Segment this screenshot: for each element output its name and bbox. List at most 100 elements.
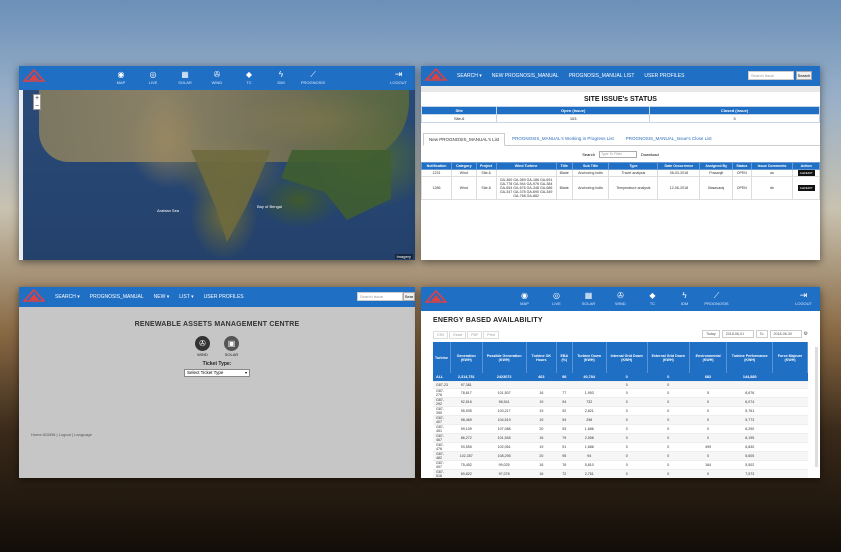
column-header[interactable]: Turbine Down (KWH): [572, 342, 607, 373]
table-cell: 19: [526, 397, 557, 408]
table-cell: 0: [647, 442, 690, 453]
nav-prognosis[interactable]: PROGNOSIS_MANUAL: [90, 294, 144, 300]
toolbar-wind-button[interactable]: ✇ WIND: [608, 291, 634, 307]
search-button[interactable]: Sear: [403, 292, 415, 301]
logout-button[interactable]: ⇥ LOGOUT: [390, 69, 407, 85]
page-title: RENEWABLE ASSETS MANAGEMENT CENTRE: [134, 321, 300, 328]
ticket-type-select[interactable]: Select Ticket Type ▾: [184, 369, 250, 377]
column-header[interactable]: Internal Grid Down (KWH): [606, 342, 648, 373]
table-row: G87-407 98,469 104,519 19 94 298 0 0 0 5,773: [433, 415, 808, 426]
edit-button[interactable]: Add/EDIT: [797, 170, 815, 176]
toolbar-tc-button[interactable]: ◆ TC: [236, 70, 262, 86]
nav-user-profiles[interactable]: USER PROFILES: [204, 294, 244, 300]
column-header[interactable]: Environmental (KWH): [689, 342, 728, 373]
toolbar-map-button[interactable]: ◉ MAP: [512, 291, 538, 307]
nav-list[interactable]: LIST ▾: [179, 294, 193, 300]
nav-new[interactable]: NEW ▾: [154, 294, 170, 300]
column-header[interactable]: Turbine Performance (KWH): [726, 342, 774, 373]
toolbar-idm-button[interactable]: ϟ IDM: [672, 291, 698, 307]
table-cell: [572, 381, 607, 390]
table-cell: 0: [606, 451, 648, 462]
table-cell: [726, 381, 773, 390]
from-date-input[interactable]: 2018-06-01: [721, 330, 754, 338]
export-excel-button[interactable]: Excel: [449, 330, 467, 339]
table-cell: 94: [572, 451, 607, 462]
solar-button[interactable]: ▣ SOLAR: [224, 336, 239, 357]
to-label: To: [755, 330, 768, 338]
nav-new-prognosis[interactable]: NEW PROGNOSIS_MANUAL: [492, 73, 559, 79]
chart-icon: ⟋: [310, 70, 316, 79]
table-scrollbar[interactable]: [815, 347, 818, 467]
toolbar-prognosis-button[interactable]: ⟋ PROGNOSIS: [704, 291, 730, 307]
logout-button[interactable]: ⇥ LOGOUT: [795, 290, 812, 306]
print-button[interactable]: Print: [483, 330, 499, 339]
table-cell: ALL: [433, 373, 451, 382]
table-row: G87-482 102,357 108,295 20 95 94 0 0 0 5,605: [433, 451, 808, 462]
wind-button[interactable]: ✇ WIND: [195, 336, 210, 357]
company-logo[interactable]: [22, 68, 46, 87]
export-pdf-button[interactable]: PDF: [467, 330, 483, 339]
table-cell: 5,605: [726, 451, 773, 462]
table-cell: 0: [647, 388, 690, 399]
toolbar-idm-button[interactable]: ϟ IDM: [268, 70, 294, 86]
tab-close-list[interactable]: PROGNOSIS_MANUAL_Issue's Close List: [621, 133, 717, 145]
toolbar-solar-button[interactable]: ▦ SOLAR: [576, 291, 602, 307]
column-header[interactable]: Force Majeure (KWH): [772, 342, 808, 373]
nav-search[interactable]: SEARCH ▾: [457, 73, 482, 79]
toolbar-tc-button[interactable]: ◆ TC: [640, 291, 666, 307]
table-cell: 499: [689, 442, 727, 453]
edit-button[interactable]: Add/EDIT: [797, 185, 815, 191]
table-cell: 0: [647, 373, 690, 382]
company-logo[interactable]: [22, 288, 46, 308]
nav-user-profiles[interactable]: USER PROFILES: [644, 73, 684, 79]
table-cell: [772, 442, 808, 453]
column-header[interactable]: Generation (KWH): [450, 342, 483, 373]
toolbar-live-button[interactable]: ◎ LIVE: [140, 70, 166, 86]
table-cell: 1,953: [572, 388, 607, 399]
map-zoom-control[interactable]: + −: [33, 94, 41, 110]
toolbar-wind-button[interactable]: ✇ WIND: [204, 70, 230, 86]
table-cell: 8,676: [726, 388, 773, 399]
search-input[interactable]: Search issue: [357, 292, 403, 301]
footer-links[interactable]: Home ADMIN | Logout | Language: [31, 432, 92, 437]
settings-gear-icon[interactable]: ⚙: [804, 331, 808, 337]
table-cell: 6,290: [726, 424, 773, 435]
table-row: G87-467 86,272 101,545 16 79 2,558 0 0 0 8,195: [433, 433, 808, 444]
table-row: G87-516 69,822 97,078 16 72 2,761 0 0 0 7,573: [433, 469, 808, 478]
search-button[interactable]: Search: [796, 71, 812, 80]
download-link[interactable]: Download: [641, 152, 659, 157]
table-cell: 16: [526, 388, 557, 399]
column-header[interactable]: EBA (%): [556, 342, 573, 373]
tab-working-list[interactable]: PROGNOSIS_MANUAL's Working in Progress L…: [507, 133, 619, 145]
column-header: Closed (Issue): [648, 106, 820, 115]
table-cell: Travel analysis: [608, 169, 659, 177]
satellite-map[interactable]: + − Bay of Bengal Arabian Sea Imagery: [19, 90, 415, 260]
column-header[interactable]: Turbine OK Hours: [526, 342, 557, 373]
toolbar-solar-button[interactable]: ▦ SOLAR: [172, 70, 198, 86]
column-header[interactable]: Possible Generation (KWH): [482, 342, 527, 373]
company-logo[interactable]: [424, 289, 448, 308]
table-row: G87-276 78,617 101,507 16 77 1,953 0 0 5 8,676: [433, 388, 808, 399]
nav-prognosis-list[interactable]: PROGNOSIS_MANUAL LIST: [569, 73, 635, 79]
column-header[interactable]: Turbine: [433, 342, 451, 373]
column-header: Assigned By: [699, 162, 734, 170]
table-cell: 0: [647, 381, 690, 390]
toolbar-prognosis-button[interactable]: ⟋ PROGNOSIS: [300, 70, 326, 86]
export-csv-button[interactable]: CSV: [433, 330, 449, 339]
today-button[interactable]: Today: [702, 330, 720, 338]
search-input[interactable]: Search issue: [748, 71, 794, 80]
toolbar-live-button[interactable]: ◎ LIVE: [544, 291, 570, 307]
table-row: G87-292 92,516 98,541 19 94 732 0 0 0 6,074: [433, 397, 808, 408]
tab-new-list[interactable]: New PROGNOSIS_MANUAL's List: [423, 133, 506, 146]
table-cell: 6,830: [726, 442, 773, 453]
column-header[interactable]: External Grid Down (KWH): [647, 342, 690, 373]
filter-input[interactable]: Type To Filter: [598, 151, 637, 158]
table-cell: 79: [556, 433, 573, 444]
company-logo[interactable]: [424, 67, 448, 87]
table-cell: [772, 406, 808, 417]
nav-search[interactable]: SEARCH ▾: [55, 294, 80, 300]
toolbar-map-button[interactable]: ◉ MAP: [108, 70, 134, 86]
table-cell: 102,357: [450, 451, 483, 462]
to-date-input[interactable]: 2018-06-30: [769, 330, 802, 338]
table-row: G87-497 75,452 99,025 16 76 5,810 0 0 164 5,502: [433, 460, 808, 471]
